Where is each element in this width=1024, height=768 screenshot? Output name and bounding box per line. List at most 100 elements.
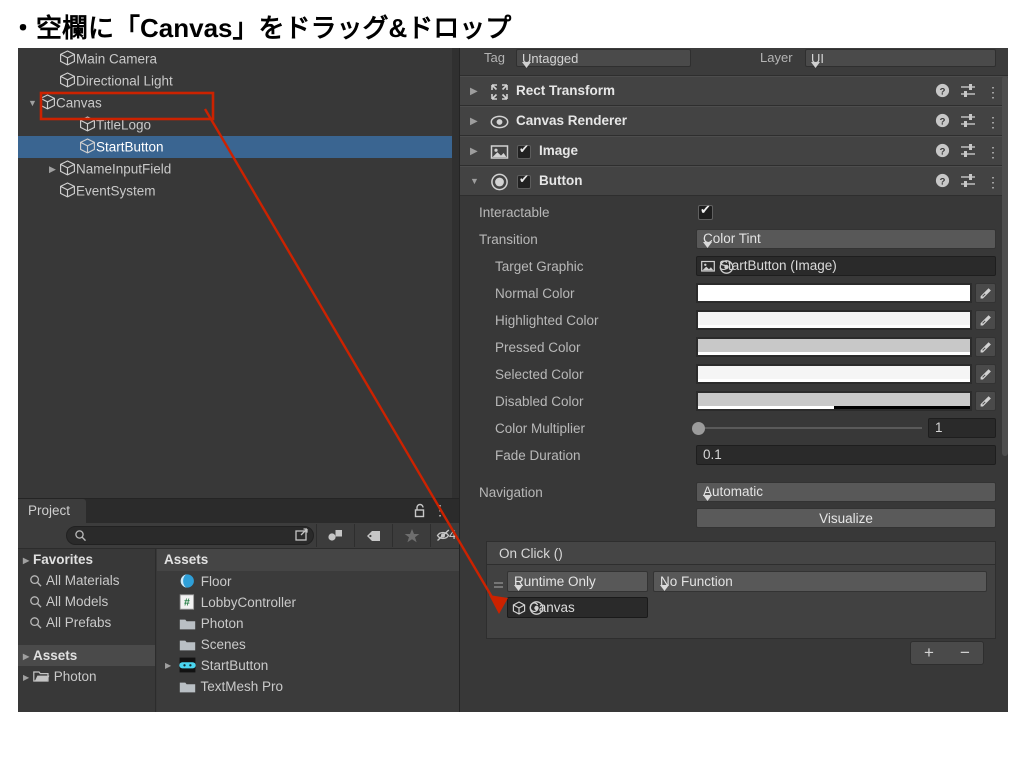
component-enabled-checkbox[interactable] <box>517 172 531 189</box>
eyedropper-icon[interactable] <box>975 337 996 357</box>
kebab-menu-icon[interactable]: ⋮ <box>986 85 1000 99</box>
fade-duration-label: Fade Duration <box>495 448 581 463</box>
remove-event-button[interactable]: − <box>960 643 970 663</box>
favorites-list[interactable]: All Materials All Models All Prefabs <box>18 570 155 633</box>
component-enabled-checkbox[interactable] <box>517 142 531 159</box>
assets-list[interactable]: Floor # LobbyController Photon Scenes ▶ St… <box>157 571 459 697</box>
event-mode-dropdown[interactable]: Runtime Only <box>507 571 648 592</box>
favorite-item-all-prefabs[interactable]: All Prefabs <box>18 612 155 633</box>
project-toolbar[interactable]: 4 <box>18 523 459 549</box>
chevron-right-icon[interactable]: ▶ <box>470 116 478 127</box>
eyedropper-icon[interactable] <box>975 310 996 330</box>
component-header-rect-transform[interactable]: ▶ Rect Transform ? ⋮ <box>460 76 1008 106</box>
preset-icon[interactable] <box>960 83 976 101</box>
assets-column[interactable]: Assets Floor # LobbyController Photon Sce… <box>157 549 459 712</box>
help-icon[interactable]: ? <box>935 83 950 101</box>
project-panel[interactable]: Project ⋮ 4 ▶ Favorites All Materials Al… <box>18 498 459 712</box>
navigation-dropdown[interactable]: Automatic <box>696 482 996 502</box>
hierarchy-item-titlelogo[interactable]: ▶ TitleLogo <box>18 114 459 136</box>
event-add-remove-group[interactable]: + − <box>910 641 984 665</box>
asset-item-photon[interactable]: Photon <box>157 613 459 634</box>
chevron-down-icon[interactable]: ▼ <box>26 92 39 114</box>
help-icon[interactable]: ? <box>935 173 950 191</box>
chevron-right-icon[interactable]: ▶ <box>23 646 33 667</box>
transition-dropdown[interactable]: Color Tint <box>696 229 996 249</box>
add-event-button[interactable]: + <box>924 643 934 663</box>
event-object-field[interactable]: Canvas <box>507 597 648 618</box>
project-tree-items[interactable]: ▶ Photon <box>18 666 155 687</box>
disabled-color-swatch[interactable] <box>696 391 972 411</box>
hierarchy-item-canvas[interactable]: ▼ Canvas <box>18 92 459 114</box>
object-picker-icon[interactable] <box>529 601 644 618</box>
hierarchy-item-eventsystem[interactable]: ▶ EventSystem <box>18 180 459 202</box>
preset-icon[interactable] <box>960 173 976 191</box>
highlighted-color-swatch[interactable] <box>696 310 972 330</box>
label-filter-icon[interactable] <box>354 524 392 547</box>
asset-item-startbutton[interactable]: ▶ StartButton <box>157 655 459 676</box>
color-multiplier-value[interactable]: 1 <box>928 418 996 438</box>
object-picker-icon[interactable] <box>719 260 991 277</box>
tag-dropdown[interactable]: Untagged <box>516 49 691 68</box>
component-header-canvas-renderer[interactable]: ▶ Canvas Renderer ? ⋮ <box>460 106 1008 136</box>
inspector-scrollbar[interactable] <box>1002 76 1008 456</box>
preset-icon[interactable] <box>960 113 976 131</box>
search-input-wrap[interactable] <box>66 526 314 545</box>
asset-item-textmesh-pro[interactable]: TextMesh Pro <box>157 676 459 697</box>
event-function-dropdown[interactable]: No Function <box>653 571 987 592</box>
favorite-item-all-materials[interactable]: All Materials <box>18 570 155 591</box>
favorite-star-icon[interactable] <box>392 524 430 547</box>
component-header-image[interactable]: ▶ Image ? ⋮ <box>460 136 1008 166</box>
help-icon[interactable]: ? <box>935 113 950 131</box>
chevron-right-icon[interactable]: ▶ <box>470 86 478 97</box>
favorite-item-all-models[interactable]: All Models <box>18 591 155 612</box>
asset-item-scenes[interactable]: Scenes <box>157 634 459 655</box>
help-icon[interactable]: ? <box>935 143 950 161</box>
eyedropper-icon[interactable] <box>975 283 996 303</box>
selected-color-swatch[interactable] <box>696 364 972 384</box>
component-header-button[interactable]: ▼ Button ? ⋮ <box>460 166 1008 196</box>
chevron-right-icon[interactable]: ▶ <box>23 667 33 688</box>
chevron-right-icon[interactable]: ▶ <box>46 158 59 180</box>
asset-item-floor[interactable]: Floor <box>157 571 459 592</box>
kebab-menu-icon[interactable]: ⋮ <box>986 175 1000 189</box>
hierarchy-tree[interactable]: ▶ Main Camera ▶ Directional Light ▼ Canvas ▶ Ti… <box>18 48 459 202</box>
onclick-body: Runtime Only No Function Canvas <box>486 565 996 639</box>
pressed-color-swatch[interactable] <box>696 337 972 357</box>
chevron-right-icon[interactable]: ▶ <box>23 550 33 571</box>
kebab-menu-icon[interactable]: ⋮ <box>986 115 1000 129</box>
hierarchy-item-directional-light[interactable]: ▶ Directional Light <box>18 70 459 92</box>
tree-item-assets[interactable]: ▶ Assets <box>18 645 155 666</box>
project-tree-column[interactable]: ▶ Favorites All Materials All Models All … <box>18 549 156 712</box>
normal-color-swatch[interactable] <box>696 283 972 303</box>
chevron-down-icon[interactable]: ▼ <box>470 176 479 186</box>
target-graphic-field[interactable]: StartButton (Image) <box>696 256 996 276</box>
visualize-button[interactable]: Visualize <box>696 508 996 528</box>
expand-icon[interactable] <box>288 524 316 547</box>
gameobject-cube-icon <box>59 182 76 198</box>
inspector-panel[interactable]: Tag Untagged Layer UI ▶ Rect Transform ?… <box>459 48 1008 712</box>
interactable-checkbox[interactable] <box>698 202 713 220</box>
object-filter-icon[interactable] <box>316 524 354 547</box>
chevron-right-icon[interactable]: ▶ <box>165 655 171 676</box>
hierarchy-item-startbutton[interactable]: ▶ StartButton <box>18 136 459 158</box>
eyedropper-icon[interactable] <box>975 364 996 384</box>
drag-handle-icon[interactable] <box>493 579 504 594</box>
kebab-menu-icon[interactable]: ⋮ <box>433 502 447 519</box>
fade-duration-input[interactable]: 0.1 <box>696 445 996 465</box>
hierarchy-item-nameinputfield[interactable]: ▶ NameInputField <box>18 158 459 180</box>
hierarchy-scrollbar[interactable] <box>452 48 459 498</box>
hierarchy-panel[interactable]: ▶ Main Camera ▶ Directional Light ▼ Canvas ▶ Ti… <box>18 48 459 498</box>
eyedropper-icon[interactable] <box>975 391 996 411</box>
search-input[interactable] <box>91 527 291 544</box>
color-multiplier-slider-track[interactable] <box>696 427 922 429</box>
preset-icon[interactable] <box>960 143 976 161</box>
kebab-menu-icon[interactable]: ⋮ <box>986 145 1000 159</box>
chevron-right-icon[interactable]: ▶ <box>470 146 478 157</box>
lock-open-icon[interactable] <box>413 503 427 521</box>
hierarchy-item-main-camera[interactable]: ▶ Main Camera <box>18 48 459 70</box>
layer-dropdown[interactable]: UI <box>805 49 996 68</box>
tree-item-photon[interactable]: ▶ Photon <box>18 666 155 687</box>
color-multiplier-slider-handle[interactable] <box>692 422 705 435</box>
asset-item-lobbycontroller[interactable]: # LobbyController <box>157 592 459 613</box>
tab-project[interactable]: Project <box>18 499 87 523</box>
